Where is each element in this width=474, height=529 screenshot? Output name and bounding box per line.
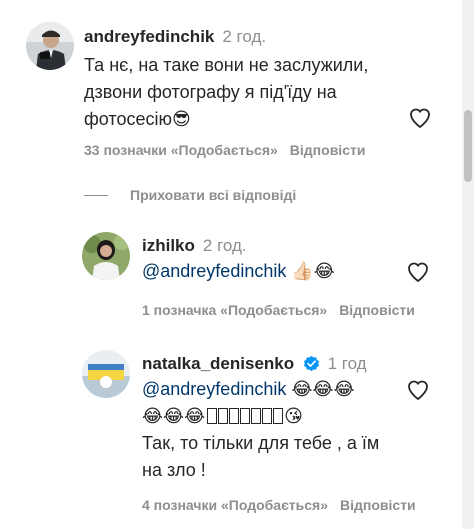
username-izhilko[interactable]: izhilko <box>142 236 195 255</box>
thumbs-laugh-emoji: 👍🏻😂 <box>291 261 335 282</box>
scrollbar-thumb[interactable] <box>464 110 472 182</box>
like-heart-icon[interactable] <box>408 106 432 130</box>
avatar-izhilko[interactable] <box>82 232 130 280</box>
comment-line: дзвони фотографу я під'їду на <box>84 82 337 102</box>
hide-replies-line <box>84 195 108 196</box>
scrollbar-track[interactable] <box>462 0 474 529</box>
comment-time: 2 год. <box>222 27 267 46</box>
likes-count[interactable]: 33 позначки «Подобається» <box>84 142 278 158</box>
likes-count[interactable]: 1 позначка «Подобається» <box>142 302 327 318</box>
reply1-header: izhilko 2 год. <box>142 236 247 256</box>
kiss-emoji: 😘 <box>284 406 303 427</box>
reply2-time: 1 год <box>327 354 367 373</box>
comment-line: Так, то тільки для тебе , а їм <box>142 433 380 453</box>
comment-line: Та нє, на таке вони не заслужили, <box>84 55 369 75</box>
username-andreyfedinchik[interactable]: andreyfedinchik <box>84 27 214 46</box>
reply1-text: @andreyfedinchik 👍🏻😂 <box>142 258 335 285</box>
comment-line: на зло ! <box>142 460 206 480</box>
reply-link[interactable]: Відповісти <box>290 142 366 158</box>
verified-badge-icon <box>303 355 320 377</box>
avatar-natalka-denisenko[interactable] <box>82 350 130 398</box>
missing-glyph-boxes <box>207 406 284 426</box>
reply-link[interactable]: Відповісти <box>340 497 416 513</box>
reply2-text: @andreyfedinchik 😂😂😂 😂😂😂 😘 Так, то тільки… <box>142 376 412 484</box>
sunglasses-emoji: 😎 <box>172 109 191 130</box>
like-heart-icon[interactable] <box>406 260 430 284</box>
comment-main-header: andreyfedinchik 2 год. <box>84 27 266 47</box>
reply2-header: natalka_denisenko 1 год <box>142 354 367 377</box>
comment-main-meta: 33 позначки «Подобається» Відповісти <box>84 142 365 158</box>
hide-replies-button[interactable]: Приховати всі відповіді <box>130 187 296 203</box>
reply2-meta: 4 позначки «Подобається» Відповісти <box>142 497 416 513</box>
mention-link[interactable]: @andreyfedinchik <box>142 261 286 281</box>
mention-link[interactable]: @andreyfedinchik <box>142 379 286 399</box>
reply-link[interactable]: Відповісти <box>339 302 415 318</box>
reply1-time: 2 год. <box>202 236 247 255</box>
comment-line: фотосесію😎 <box>84 109 191 130</box>
avatar-andreyfedinchik[interactable] <box>26 22 74 70</box>
likes-count[interactable]: 4 позначки «Подобається» <box>142 497 328 513</box>
username-natalka-denisenko[interactable]: natalka_denisenko <box>142 354 294 373</box>
laughing-emoji: 😂😂😂 <box>142 406 206 427</box>
reply1-meta: 1 позначка «Подобається» Відповісти <box>142 302 415 318</box>
comment-main-text: Та нє, на таке вони не заслужили, дзвони… <box>84 52 424 133</box>
like-heart-icon[interactable] <box>406 378 430 402</box>
laughing-emoji: 😂😂😂 <box>291 379 355 400</box>
